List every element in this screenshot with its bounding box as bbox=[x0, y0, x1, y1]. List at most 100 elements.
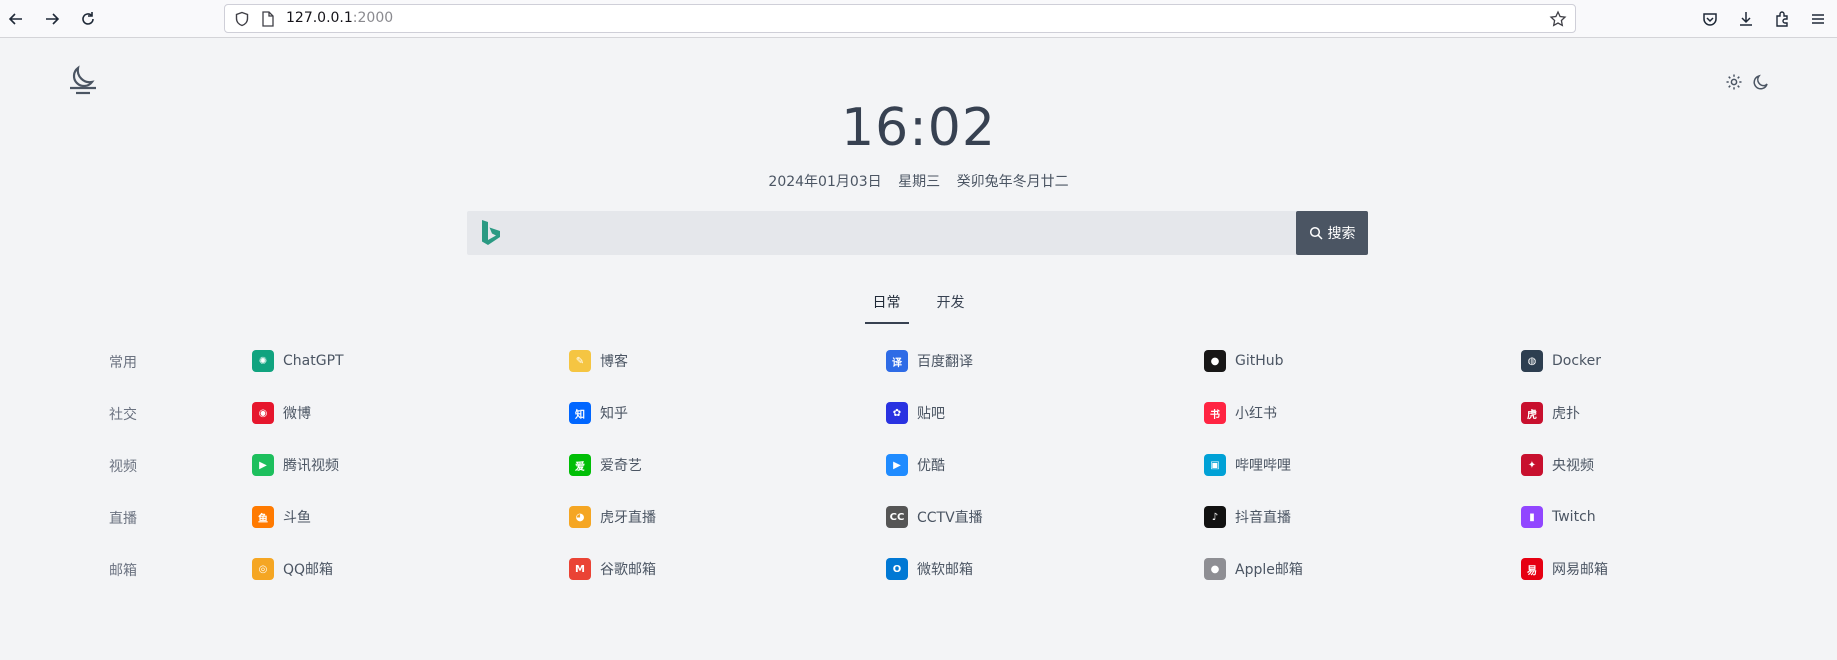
category-label: 直播 bbox=[109, 511, 137, 527]
site-label: 央视频 bbox=[1552, 458, 1594, 474]
search-button[interactable]: 搜索 bbox=[1296, 211, 1368, 255]
xiaohongshu-icon: 书 bbox=[1204, 402, 1226, 424]
douyin-icon: ♪ bbox=[1204, 506, 1226, 528]
site-link[interactable]: 译百度翻译 bbox=[886, 346, 973, 376]
browser-toolbar: 127.0.0.1:2000 bbox=[0, 0, 1837, 38]
tab-dev[interactable]: 开发 bbox=[929, 292, 973, 324]
site-link[interactable]: ▮ Twitch bbox=[1521, 502, 1596, 532]
zhihu-icon: 知 bbox=[569, 402, 591, 424]
docker-icon: ◍ bbox=[1521, 350, 1543, 372]
category-label: 视频 bbox=[109, 459, 137, 475]
site-link[interactable]: ✺ ChatGPT bbox=[252, 346, 344, 376]
site-label: 斗鱼 bbox=[283, 510, 311, 526]
chatgpt-icon: ✺ bbox=[252, 350, 274, 372]
site-label: ChatGPT bbox=[283, 353, 344, 369]
site-link[interactable]: ✎ 博客 bbox=[569, 346, 628, 376]
site-label: 小红书 bbox=[1235, 406, 1277, 422]
apple-icon: ● bbox=[1204, 558, 1226, 580]
site-link[interactable]: ▶ 腾讯视频 bbox=[252, 450, 339, 480]
pocket-icon bbox=[1703, 13, 1717, 26]
github-icon: ● bbox=[1204, 350, 1226, 372]
baidu-translate-icon: 译 bbox=[886, 350, 908, 372]
site-link[interactable]: 虎虎扑 bbox=[1521, 398, 1580, 428]
cctv-icon: CC bbox=[886, 506, 908, 528]
site-label: CCTV直播 bbox=[917, 510, 983, 526]
hupu-icon: 虎 bbox=[1521, 402, 1543, 424]
twitch-icon: ▮ bbox=[1521, 506, 1543, 528]
url-text[interactable]: 127.0.0.1:2000 bbox=[286, 10, 393, 26]
site-link[interactable]: ● Apple邮箱 bbox=[1204, 554, 1303, 584]
page-icon[interactable] bbox=[259, 10, 277, 28]
category-label: 常用 bbox=[109, 355, 137, 371]
site-link[interactable]: 爱爱奇艺 bbox=[569, 450, 642, 480]
downloads-button[interactable] bbox=[1734, 7, 1758, 31]
site-label: 网易邮箱 bbox=[1552, 562, 1608, 578]
site-label: 爱奇艺 bbox=[600, 458, 642, 474]
site-link[interactable]: ◕ 虎牙直播 bbox=[569, 502, 656, 532]
site-link[interactable]: ◎ QQ邮箱 bbox=[252, 554, 333, 584]
iqiyi-icon: 爱 bbox=[569, 454, 591, 476]
site-label: GitHub bbox=[1235, 353, 1284, 369]
shield-icon[interactable] bbox=[233, 10, 251, 28]
search-box: 搜索 bbox=[467, 211, 1368, 255]
clock-time: 16:02 bbox=[841, 98, 996, 158]
category-row: 社交 ◉ 微博 知知乎 ✿ 贴吧 书小红书 虎虎扑 bbox=[0, 398, 1837, 428]
qq-mail-icon: ◎ bbox=[252, 558, 274, 580]
weibo-icon: ◉ bbox=[252, 402, 274, 424]
site-link[interactable]: O 微软邮箱 bbox=[886, 554, 973, 584]
douyu-icon: 鱼 bbox=[252, 506, 274, 528]
site-link[interactable]: ✿ 贴吧 bbox=[886, 398, 945, 428]
site-label: 知乎 bbox=[600, 406, 628, 422]
site-link[interactable]: 易网易邮箱 bbox=[1521, 554, 1608, 584]
site-label: 优酷 bbox=[917, 458, 945, 474]
arrow-left-icon bbox=[8, 13, 22, 25]
settings-gear-icon[interactable] bbox=[1724, 72, 1744, 92]
gmail-icon: M bbox=[569, 558, 591, 580]
site-link[interactable]: ♪ 抖音直播 bbox=[1204, 502, 1291, 532]
site-label: 抖音直播 bbox=[1235, 510, 1291, 526]
reload-icon bbox=[82, 12, 94, 25]
site-link[interactable]: ◍ Docker bbox=[1521, 346, 1601, 376]
bing-icon[interactable] bbox=[479, 219, 505, 249]
pocket-button[interactable] bbox=[1698, 7, 1722, 31]
category-row: 直播 鱼斗鱼 ◕ 虎牙直播 CC CCTV直播 ♪ 抖音直播 ▮ Twitch bbox=[0, 502, 1837, 532]
site-link[interactable]: M 谷歌邮箱 bbox=[569, 554, 656, 584]
site-label: 腾讯视频 bbox=[283, 458, 339, 474]
search-input[interactable] bbox=[515, 217, 1295, 249]
site-link[interactable]: ▣ 哔哩哔哩 bbox=[1204, 450, 1291, 480]
site-link[interactable]: 鱼斗鱼 bbox=[252, 502, 311, 532]
category-row: 视频 ▶ 腾讯视频 爱爱奇艺 ▶ 优酷 ▣ 哔哩哔哩 ✦ 央视频 bbox=[0, 450, 1837, 480]
youku-icon: ▶ bbox=[886, 454, 908, 476]
site-link[interactable]: CC CCTV直播 bbox=[886, 502, 983, 532]
site-label: 微博 bbox=[283, 406, 311, 422]
site-link[interactable]: 知知乎 bbox=[569, 398, 628, 428]
site-link[interactable]: ● GitHub bbox=[1204, 346, 1284, 376]
arrow-right-icon bbox=[46, 13, 60, 25]
extensions-button[interactable] bbox=[1770, 7, 1794, 31]
tencent-video-icon: ▶ bbox=[252, 454, 274, 476]
tab-daily[interactable]: 日常 bbox=[864, 292, 909, 324]
search-button-label: 搜索 bbox=[1327, 226, 1356, 242]
site-label: 谷歌邮箱 bbox=[600, 562, 656, 578]
search-icon bbox=[1309, 226, 1323, 240]
forward-button[interactable] bbox=[40, 7, 64, 31]
site-link[interactable]: 书小红书 bbox=[1204, 398, 1277, 428]
site-label: Apple邮箱 bbox=[1235, 562, 1303, 578]
url-bar[interactable]: 127.0.0.1:2000 bbox=[224, 4, 1576, 33]
blog-icon: ✎ bbox=[569, 350, 591, 372]
dark-mode-moon-icon[interactable] bbox=[1751, 72, 1771, 92]
bookmark-star-icon[interactable] bbox=[1549, 10, 1567, 28]
back-button[interactable] bbox=[4, 7, 28, 31]
site-link[interactable]: ▶ 优酷 bbox=[886, 450, 945, 480]
reload-button[interactable] bbox=[76, 7, 100, 31]
date-lunar: 癸卯兔年冬月廿二 bbox=[956, 174, 1069, 190]
puzzle-icon bbox=[1776, 11, 1788, 27]
site-link[interactable]: ◉ 微博 bbox=[252, 398, 311, 428]
category-label: 社交 bbox=[109, 407, 137, 423]
date-row: 2024年01月03日 星期三 癸卯兔年冬月廿二 bbox=[0, 171, 1837, 191]
menu-button[interactable] bbox=[1806, 7, 1830, 31]
date-weekday: 星期三 bbox=[898, 174, 941, 190]
download-icon bbox=[1740, 12, 1752, 26]
category-row: 邮箱 ◎ QQ邮箱 M 谷歌邮箱 O 微软邮箱 ● Apple邮箱 易网易邮箱 bbox=[0, 554, 1837, 584]
site-link[interactable]: ✦ 央视频 bbox=[1521, 450, 1594, 480]
